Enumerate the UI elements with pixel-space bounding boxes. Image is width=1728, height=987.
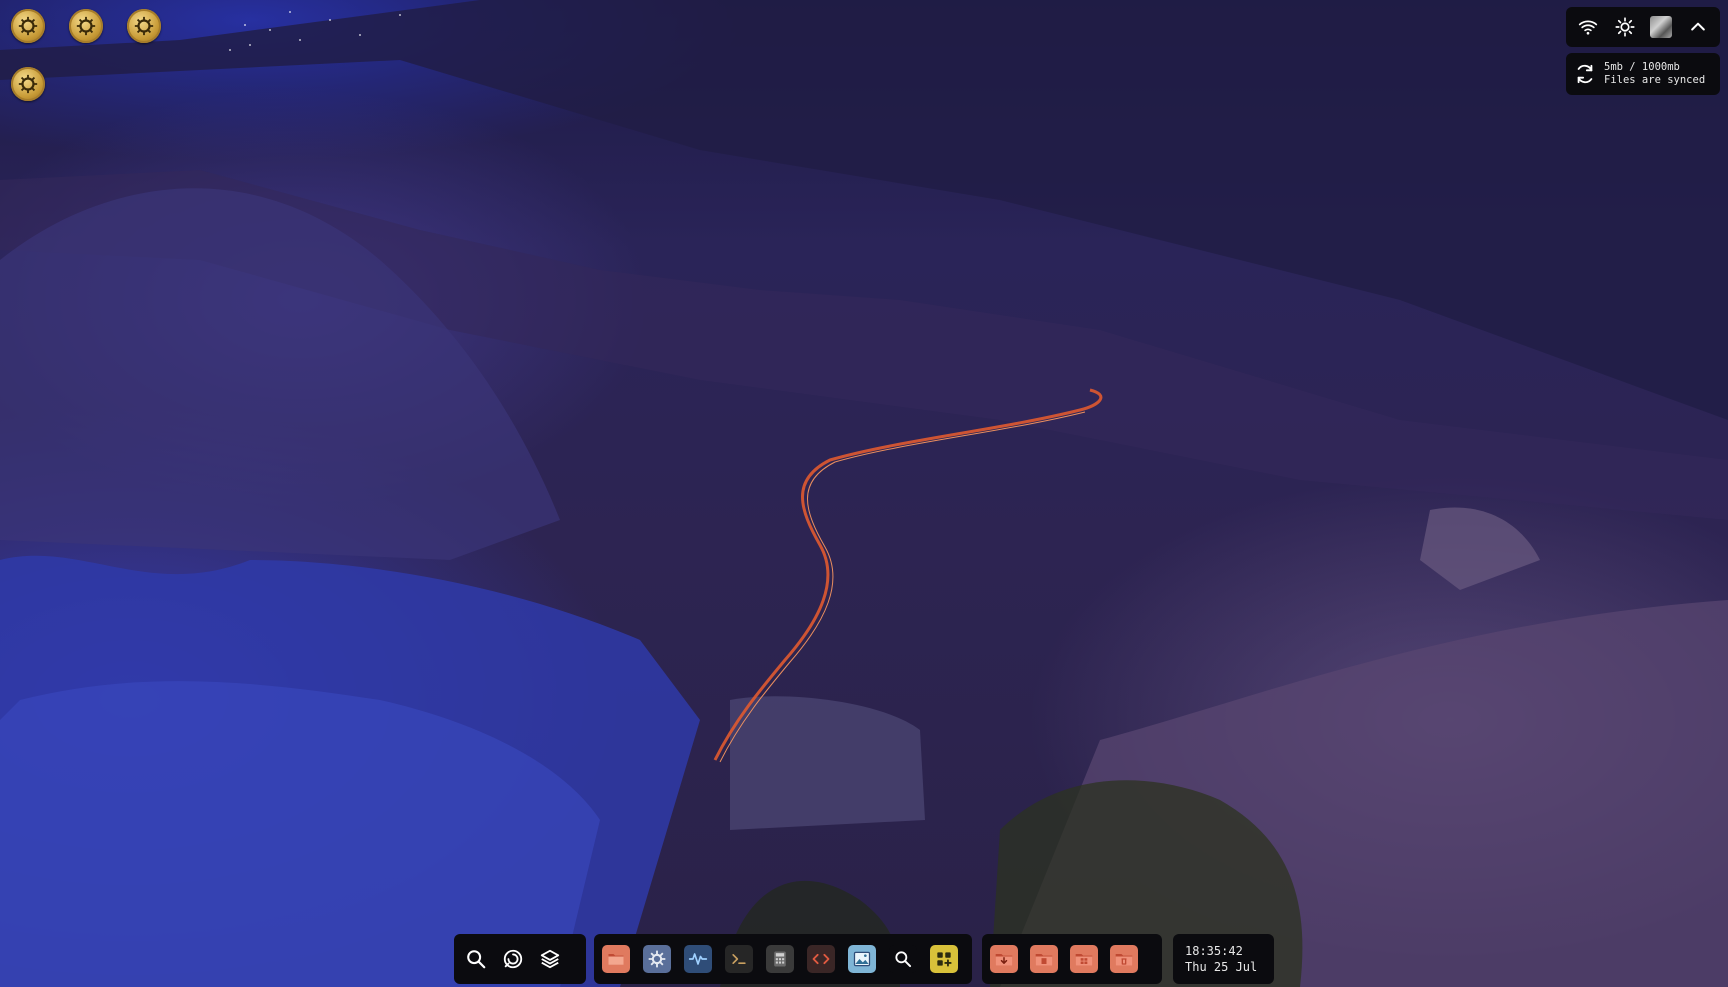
clock-date: Thu 25 Jul: [1185, 960, 1258, 974]
downloads-folder-button[interactable]: [990, 945, 1018, 973]
calculator-app-button[interactable]: [766, 945, 794, 973]
dock-apps-group: [594, 934, 972, 984]
files-app-button[interactable]: [602, 945, 630, 973]
brightness-icon: [1615, 17, 1635, 37]
trash-folder-icon: [1115, 954, 1133, 966]
search-icon: [895, 951, 912, 968]
activity-button[interactable]: [499, 945, 527, 973]
download-folder-icon: [995, 954, 1013, 966]
sync-icon: [1577, 64, 1593, 84]
documents-folder-button[interactable]: [1030, 945, 1058, 973]
wifi-button[interactable]: [1575, 14, 1601, 40]
code-icon: [812, 953, 830, 965]
desktop-shortcut-settings-2[interactable]: [69, 9, 103, 43]
settings-gear-icon: [18, 74, 38, 94]
cloud-sync-widget[interactable]: 5mb / 1000mb Files are synced: [1566, 53, 1720, 95]
sync-status-text: Files are synced: [1604, 74, 1706, 86]
top-status-panel: [1566, 7, 1720, 47]
pulse-icon: [688, 953, 708, 965]
settings-app-button[interactable]: [643, 945, 671, 973]
desktop-shortcut-settings-3[interactable]: [127, 9, 161, 43]
clock-time: 18:35:42: [1185, 944, 1243, 958]
desktop-wallpaper: [0, 0, 1728, 987]
apps-folder-button[interactable]: [1070, 945, 1098, 973]
settings-gear-icon: [134, 16, 154, 36]
search-button[interactable]: [462, 945, 490, 973]
image-viewer-app-button[interactable]: [848, 945, 876, 973]
code-editor-app-button[interactable]: [807, 945, 835, 973]
calculator-icon: [774, 951, 786, 967]
user-avatar-button[interactable]: [1648, 14, 1674, 40]
user-avatar: [1650, 16, 1673, 38]
image-icon: [853, 951, 871, 967]
grid-folder-icon: [1075, 954, 1093, 966]
trash-folder-button[interactable]: [1110, 945, 1138, 973]
dock-folders-group: [982, 934, 1162, 984]
expand-panel-button[interactable]: [1685, 14, 1711, 40]
app-store-app-button[interactable]: [930, 945, 958, 973]
terminal-icon: [732, 954, 746, 964]
dock-launcher-group: [454, 934, 586, 984]
desktop-shortcut-settings-4[interactable]: [11, 67, 45, 101]
desktop-shortcut-settings-1[interactable]: [11, 9, 45, 43]
clock-widget[interactable]: 18:35:42 Thu 25 Jul: [1173, 934, 1274, 984]
documents-folder-icon: [1035, 954, 1053, 966]
search-icon: [467, 950, 486, 969]
gear-icon: [648, 950, 666, 968]
sync-usage-text: 5mb / 1000mb: [1604, 61, 1680, 73]
layers-button[interactable]: [536, 945, 564, 973]
system-monitor-app-button[interactable]: [684, 945, 712, 973]
apps-add-icon: [937, 952, 952, 967]
brightness-button[interactable]: [1612, 14, 1638, 40]
wifi-icon: [1579, 20, 1598, 35]
activity-icon: [503, 949, 523, 969]
settings-gear-icon: [18, 16, 38, 36]
folder-icon: [608, 954, 624, 965]
search-app-button[interactable]: [889, 945, 917, 973]
terminal-app-button[interactable]: [725, 945, 753, 973]
chevron-up-icon: [1690, 22, 1705, 31]
settings-gear-icon: [76, 16, 96, 36]
layers-icon: [540, 949, 560, 969]
